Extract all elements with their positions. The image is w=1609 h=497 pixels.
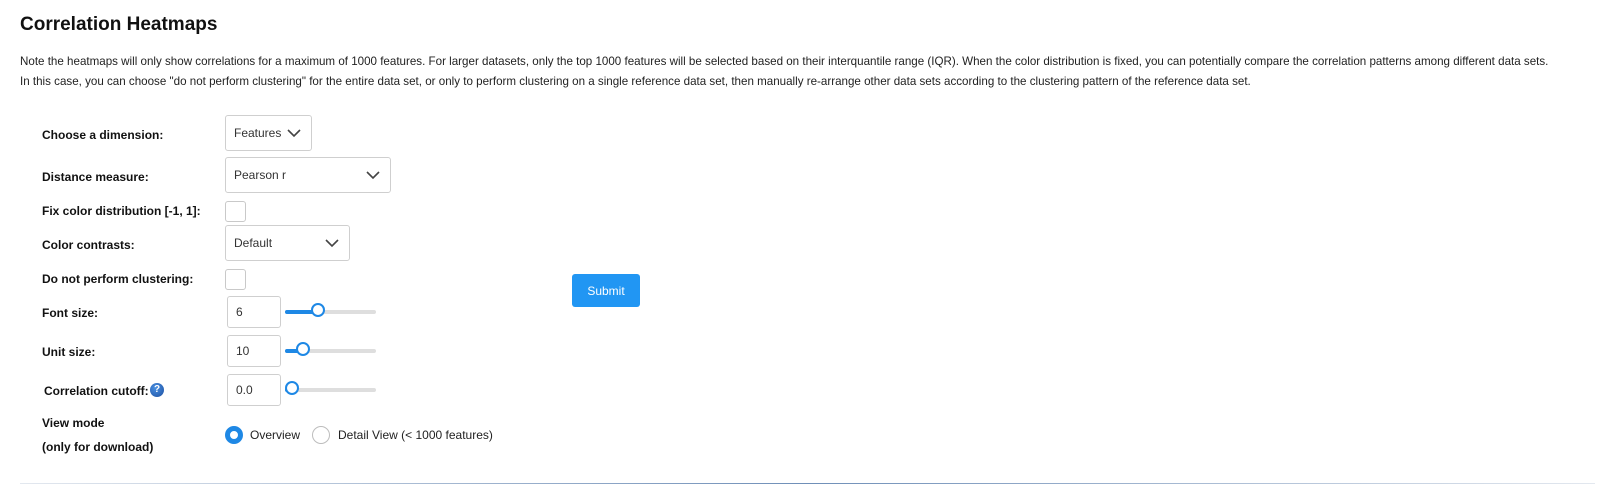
unit-size-input[interactable]: 10 — [227, 335, 281, 367]
note-line-2: In this case, you can choose "do not per… — [20, 75, 1251, 88]
cutoff-label: Correlation cutoff: — [44, 384, 149, 398]
divider — [20, 483, 1595, 484]
distance-label: Distance measure: — [42, 170, 149, 184]
dimension-label: Choose a dimension: — [42, 128, 164, 142]
description-note: Note the heatmaps will only show correla… — [20, 52, 1595, 92]
dimension-select[interactable]: Features — [225, 115, 312, 151]
contrast-select[interactable]: Default — [225, 225, 350, 261]
fix-color-label: Fix color distribution [-1, 1]: — [42, 204, 201, 218]
contrast-label: Color contrasts: — [42, 238, 135, 252]
cutoff-input[interactable]: 0.0 — [227, 374, 281, 406]
page-title: Correlation Heatmaps — [20, 14, 218, 35]
font-size-slider[interactable] — [285, 303, 376, 317]
unit-size-label: Unit size: — [42, 345, 96, 359]
font-size-slider-thumb[interactable] — [311, 303, 325, 317]
contrast-value: Default — [234, 236, 273, 250]
radio-detail-view-label: Detail View (< 1000 features) — [338, 428, 493, 442]
cutoff-slider[interactable] — [285, 381, 376, 395]
unit-size-slider-thumb[interactable] — [296, 342, 310, 356]
radio-overview-label: Overview — [250, 428, 301, 442]
chevron-down-icon — [325, 239, 339, 248]
unit-size-slider[interactable] — [285, 342, 376, 356]
chevron-down-icon — [287, 129, 301, 138]
fix-color-checkbox[interactable] — [225, 201, 246, 222]
font-size-input[interactable]: 6 — [227, 296, 281, 328]
chevron-down-icon — [366, 171, 380, 180]
cutoff-slider-thumb[interactable] — [285, 381, 299, 395]
dimension-value: Features — [234, 126, 282, 140]
view-mode-label: View mode — [42, 416, 105, 430]
no-cluster-checkbox[interactable] — [225, 269, 246, 290]
radio-detail-view[interactable] — [312, 426, 330, 444]
radio-overview[interactable] — [225, 426, 243, 444]
distance-value: Pearson r — [234, 168, 287, 182]
distance-select[interactable]: Pearson r — [225, 157, 391, 193]
view-mode-sublabel: (only for download) — [42, 440, 154, 454]
submit-button[interactable]: Submit — [572, 274, 640, 307]
question-circle-icon[interactable]: ? — [150, 383, 164, 397]
note-line-1: Note the heatmaps will only show correla… — [20, 55, 1549, 68]
no-cluster-label: Do not perform clustering: — [42, 272, 194, 286]
font-size-label: Font size: — [42, 306, 98, 320]
